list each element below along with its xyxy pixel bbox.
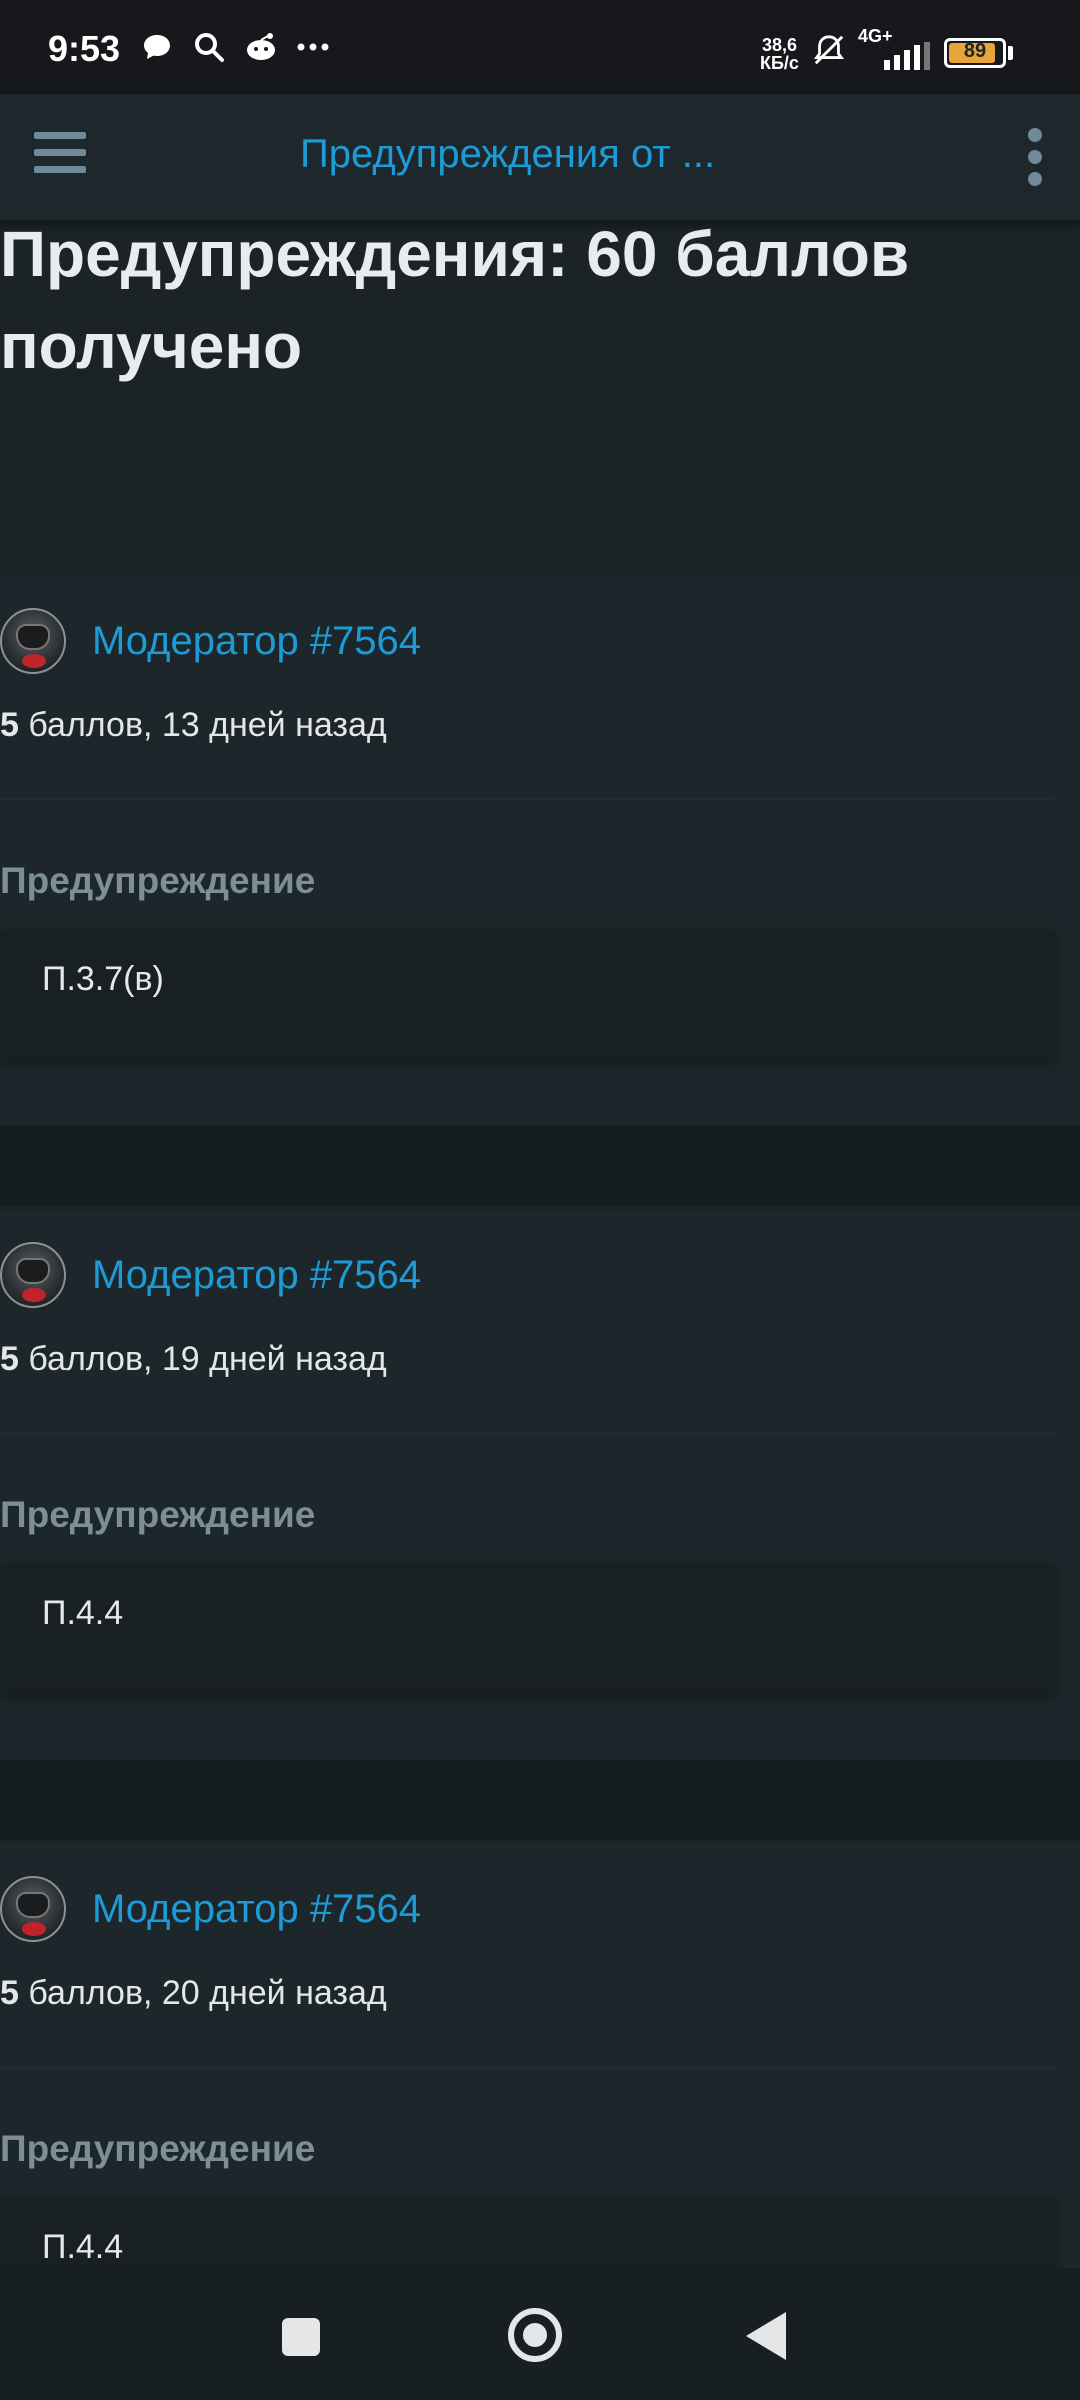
warning-card: Модератор #7564 5 баллов, 13 дней назад … [0,576,1080,1126]
points-suffix: баллов, 20 дней назад [18,1974,387,2012]
more-notifications-icon [296,30,330,64]
status-time: 9:53 [48,28,121,69]
author-link[interactable]: Модератор #7564 [92,619,421,664]
hamburger-menu-icon[interactable] [34,132,86,182]
avatar[interactable] [0,1876,66,1942]
points-value: 5 [0,706,19,744]
author-row[interactable]: Модератор #7564 [0,1240,421,1310]
chat-bubble-icon [140,30,174,64]
back-button[interactable] [746,2312,786,2360]
search-icon [192,30,226,64]
signal-icon [884,42,930,70]
kebab-menu-icon[interactable] [1020,128,1050,188]
battery-icon: 89 [944,38,1006,68]
author-row[interactable]: Модератор #7564 [0,1874,421,1944]
warning-meta: 5 баллов, 20 дней назад [0,1974,387,2013]
reason-text: П.3.7(в) [42,960,164,998]
battery-level: 89 [963,40,987,62]
net-speed-value: 38,6 [761,35,797,55]
warning-label: Предупреждение [0,860,316,901]
points-suffix: баллов, 13 дней назад [18,706,387,744]
points-suffix: баллов, 19 дней назад [18,1340,387,1378]
app-bar: Предупреждения от ... [0,94,1080,220]
reason-box: П.3.7(в) [0,930,1055,1060]
net-speed-unit: КБ/с [760,53,799,73]
divider [0,798,1055,801]
author-row[interactable]: Модератор #7564 [0,606,421,676]
author-link[interactable]: Модератор #7564 [92,1887,421,1932]
warning-meta: 5 баллов, 13 дней назад [0,706,387,745]
card-separator [0,1126,1080,1206]
warning-card: Модератор #7564 5 баллов, 19 дней назад … [0,1210,1080,1760]
reason-box: П.4.4 [0,1564,1055,1694]
home-button[interactable] [508,2308,562,2362]
status-bar: 9:53 38,6 КБ/с 4G+ 89 [0,0,1080,94]
reason-text: П.4.4 [42,1594,124,1632]
recent-apps-button[interactable] [282,2318,320,2356]
bell-muted-icon [812,33,846,67]
points-value: 5 [0,1340,19,1378]
warning-card: Модератор #7564 5 баллов, 20 дней назад … [0,1844,1080,2268]
avatar[interactable] [0,1242,66,1308]
app-bar-title: Предупреждения от ... [300,132,716,176]
divider [0,1432,1055,1435]
divider [0,2066,1055,2069]
warning-label: Предупреждение [0,2128,316,2169]
page-title: Предупреждения: 60 баллов получено [0,218,910,382]
battery-tip [1008,46,1013,60]
avatar[interactable] [0,608,66,674]
network-indicator: 4G+ [858,26,932,70]
warning-meta: 5 баллов, 19 дней назад [0,1340,387,1379]
author-link[interactable]: Модератор #7564 [92,1253,421,1298]
reason-text: П.4.4 [42,2228,124,2266]
reddit-icon [244,30,278,64]
net-speed: 38,6 КБ/с [760,36,799,72]
warning-label: Предупреждение [0,1494,316,1535]
system-nav-bar [0,2268,1080,2400]
reason-box: П.4.4 [0,2198,1055,2268]
card-separator [0,1760,1080,1840]
points-value: 5 [0,1974,19,2012]
